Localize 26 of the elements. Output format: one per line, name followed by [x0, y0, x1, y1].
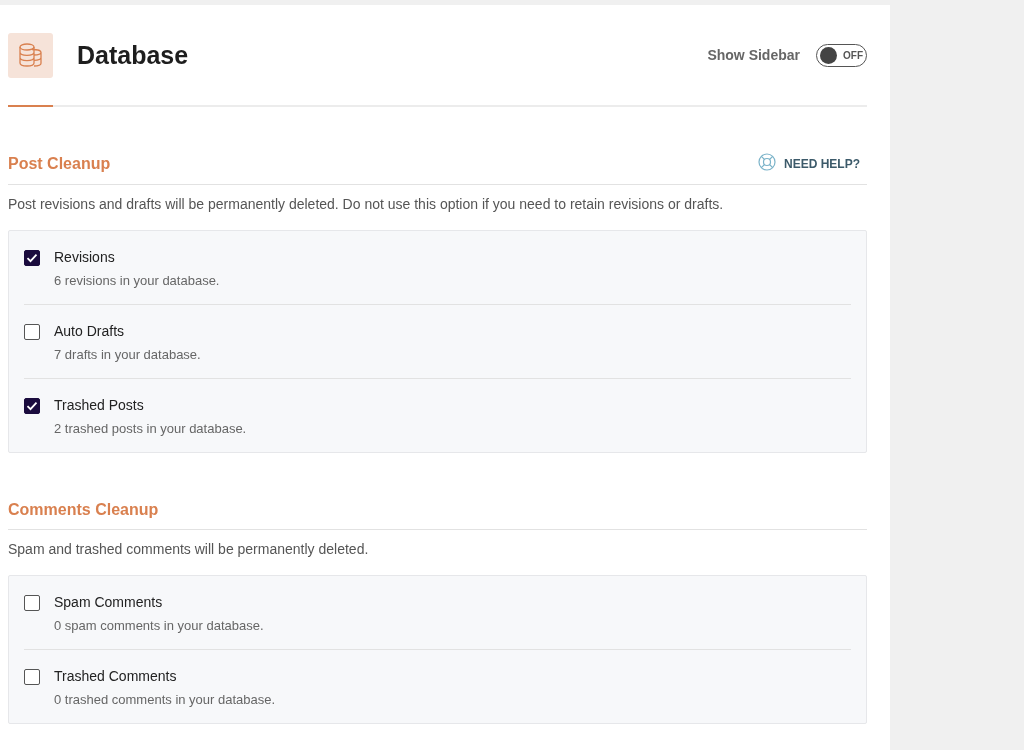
section-title: Post Cleanup — [8, 154, 111, 173]
toggle-label: Show Sidebar — [707, 47, 800, 63]
option-label: Trashed Comments — [54, 668, 178, 684]
lifebuoy-icon — [758, 153, 776, 174]
checkbox[interactable] — [24, 324, 40, 340]
checkbox[interactable] — [24, 398, 40, 414]
option-detail: 7 drafts in your database. — [54, 347, 201, 362]
database-icon — [8, 32, 53, 78]
sidebar-toggle[interactable]: OFF — [816, 43, 867, 67]
option-label: Spam Comments — [54, 594, 164, 610]
section-description: Spam and trashed comments will be permanently deleted. — [8, 541, 370, 557]
checkbox[interactable] — [24, 669, 40, 685]
option-detail: 0 trashed comments in your database. — [54, 692, 276, 707]
checkbox[interactable] — [24, 595, 40, 611]
checkbox[interactable] — [24, 250, 40, 266]
section-title: Comments Cleanup — [8, 501, 159, 519]
option-detail: 2 trashed posts in your database. — [54, 421, 247, 436]
option-detail: 0 spam comments in your database. — [54, 618, 264, 633]
option-label: Auto Drafts — [54, 323, 126, 339]
page-title: Database — [77, 40, 190, 70]
section-description: Post revisions and drafts will be permanently deleted. Do not use this option if you need to retain revisions or drafts. — [8, 196, 725, 212]
option-label: Revisions — [54, 249, 116, 265]
need-help-link[interactable]: NEED HELP? — [758, 153, 867, 174]
active-tab-indicator — [8, 105, 53, 107]
option-label: Trashed Posts — [54, 397, 145, 413]
option-detail: 6 revisions in your database. — [54, 273, 220, 288]
